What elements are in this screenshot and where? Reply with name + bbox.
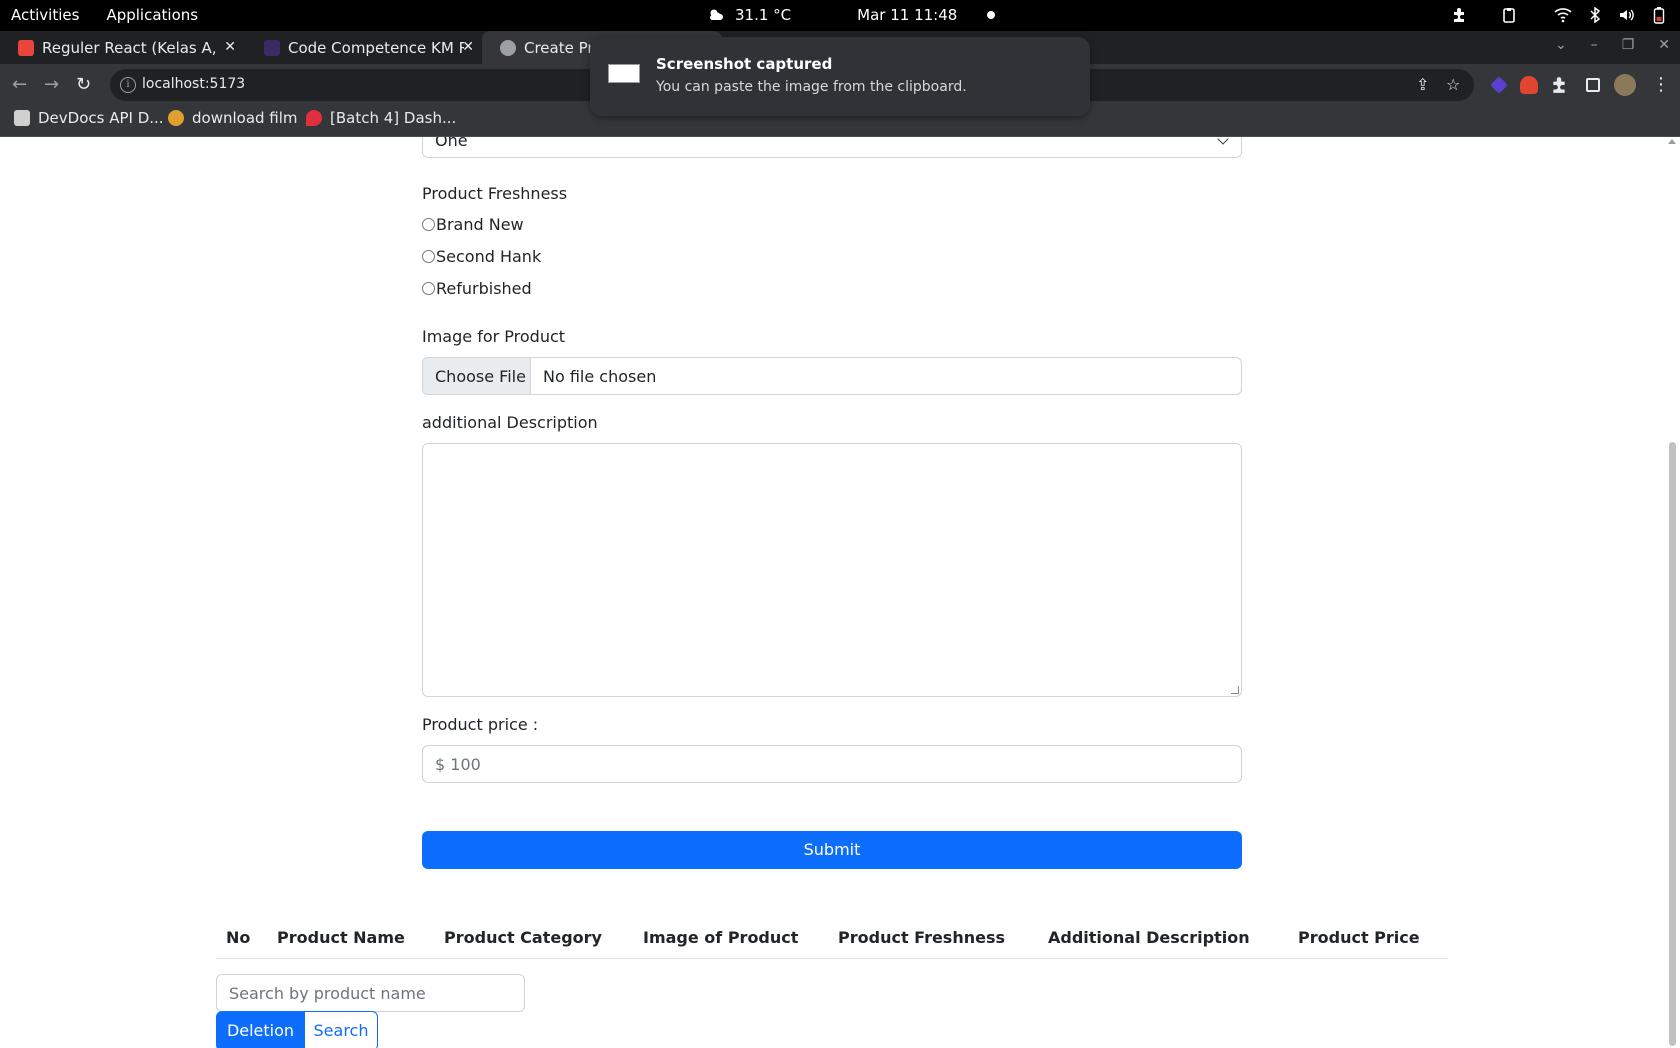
forward-arrow-icon[interactable]: → — [44, 74, 59, 95]
download-film-favicon-icon — [168, 110, 184, 126]
column-header-no: No — [226, 928, 251, 947]
extension-red-icon[interactable] — [1520, 76, 1538, 94]
extensions-icon[interactable] — [1450, 6, 1468, 24]
column-header-product-category: Product Category — [444, 928, 602, 947]
bluetooth-icon[interactable] — [1586, 6, 1604, 24]
bookmark-devdocs[interactable]: DevDocs API D... — [14, 109, 164, 127]
system-top-bar: Activities Applications 31.1 °C Mar 11 1… — [0, 0, 1680, 31]
activities-button[interactable]: Activities — [11, 6, 79, 24]
address-url[interactable]: localhost:5173 — [142, 76, 245, 92]
back-arrow-icon[interactable]: ← — [12, 74, 27, 95]
tab-search-chevron-icon[interactable]: ⌄ — [1555, 37, 1567, 53]
close-tab-icon[interactable]: ✕ — [462, 39, 474, 55]
resize-handle-icon[interactable] — [1231, 686, 1239, 694]
clock-area[interactable]: 31.1 °C Mar 11 11:48 — [707, 6, 996, 24]
bookmark-batch-4-dashboard[interactable]: [Batch 4] Dash... — [306, 109, 456, 127]
applications-menu[interactable]: Applications — [106, 6, 198, 24]
price-input[interactable]: $ 100 — [422, 745, 1242, 783]
tab-favicon-icon — [500, 39, 516, 56]
side-panel-icon[interactable] — [1586, 78, 1600, 92]
search-product-input[interactable]: Search by product name — [216, 974, 525, 1012]
freshness-label: Product Freshness — [422, 184, 568, 203]
weather-temperature: 31.1 °C — [735, 6, 792, 24]
tab-reguler-react[interactable]: Reguler React (Kelas A, B, C ✕ — [0, 31, 244, 64]
reload-icon[interactable]: ↻ — [76, 74, 91, 95]
clipboard-icon[interactable] — [1500, 6, 1518, 24]
pin-icon — [306, 110, 322, 126]
extensions-puzzle-icon[interactable] — [1550, 76, 1568, 94]
radio-brand-new[interactable]: Brand New — [422, 215, 524, 234]
screenshot-notification[interactable]: Screenshot captured You can paste the im… — [590, 37, 1090, 116]
battery-icon[interactable] — [1650, 6, 1668, 24]
bookmark-label: [Batch 4] Dash... — [330, 109, 457, 127]
maximize-window-icon[interactable]: ❐ — [1622, 37, 1635, 53]
chevron-down-icon — [1217, 137, 1229, 145]
choose-file-button[interactable]: Choose File — [423, 358, 531, 394]
column-header-product-name: Product Name — [277, 928, 405, 947]
radio-label: Second Hank — [436, 247, 542, 266]
notification-body: You can paste the image from the clipboa… — [656, 79, 967, 95]
product-image-file-input[interactable]: Choose File No file chosen — [422, 357, 1242, 395]
radio-button[interactable] — [422, 250, 435, 263]
column-header-image-of-product: Image of Product — [643, 928, 799, 947]
image-label: Image for Product — [422, 327, 566, 346]
notification-title: Screenshot captured — [656, 55, 833, 73]
page-scrollbar[interactable] — [1665, 137, 1680, 1048]
devdocs-favicon-icon — [14, 110, 30, 126]
radio-refurbished[interactable]: Refurbished — [422, 279, 532, 298]
tab-title: Code Competence KM React — [288, 38, 464, 57]
notification-dot — [987, 11, 996, 19]
column-header-product-price: Product Price — [1298, 928, 1420, 947]
product-table-header: No Product Name Product Category Image o… — [216, 919, 1448, 959]
submit-button[interactable]: Submit — [422, 831, 1242, 869]
share-icon[interactable]: ⇪ — [1416, 75, 1429, 94]
search-button[interactable]: Search — [304, 1011, 378, 1048]
radio-button[interactable] — [422, 218, 435, 231]
site-info-icon[interactable]: i — [120, 77, 136, 93]
product-category-select[interactable]: One — [422, 137, 1242, 158]
close-tab-icon[interactable]: ✕ — [224, 39, 236, 55]
file-status: No file chosen — [543, 367, 657, 386]
close-window-icon[interactable]: ✕ — [1658, 37, 1670, 53]
deletion-button[interactable]: Deletion — [216, 1011, 305, 1048]
bookmark-download-film[interactable]: download film — [168, 109, 298, 127]
screenshot-thumbnail-icon — [608, 64, 640, 83]
scroll-up-arrow-icon[interactable] — [1668, 139, 1676, 144]
radio-button[interactable] — [422, 282, 435, 295]
column-header-additional-description: Additional Description — [1048, 928, 1250, 947]
tab-favicon-icon — [264, 39, 280, 56]
radio-label: Refurbished — [436, 279, 532, 298]
extension-purple-icon[interactable] — [1490, 76, 1508, 94]
price-label: Product price : — [422, 715, 539, 734]
weather-icon — [707, 6, 725, 24]
bookmark-star-icon[interactable]: ☆ — [1446, 75, 1460, 94]
radio-label: Brand New — [436, 215, 524, 234]
minimize-window-icon[interactable]: – — [1591, 37, 1598, 53]
tab-title: Reguler React (Kelas A, B, C — [42, 38, 218, 57]
tab-code-competence[interactable]: Code Competence KM React ✕ — [246, 31, 482, 64]
profile-avatar[interactable] — [1614, 74, 1636, 96]
page-content: One Product Freshness Brand New Second H… — [0, 137, 1680, 1048]
bookmark-label: download film — [192, 109, 298, 127]
tab-favicon-icon — [18, 39, 34, 56]
radio-second-hank[interactable]: Second Hank — [422, 247, 541, 266]
clock: Mar 11 11:48 — [857, 6, 958, 24]
column-header-product-freshness: Product Freshness — [838, 928, 1006, 947]
wifi-icon[interactable] — [1554, 6, 1572, 24]
more-menu-icon[interactable]: ⋮ — [1652, 74, 1670, 95]
bookmark-label: DevDocs API D... — [38, 109, 164, 127]
description-label: additional Description — [422, 413, 598, 432]
select-value: One — [435, 137, 468, 150]
volume-icon[interactable] — [1618, 6, 1636, 24]
scrollbar-thumb[interactable] — [1669, 442, 1676, 1046]
description-textarea[interactable] — [422, 443, 1242, 697]
